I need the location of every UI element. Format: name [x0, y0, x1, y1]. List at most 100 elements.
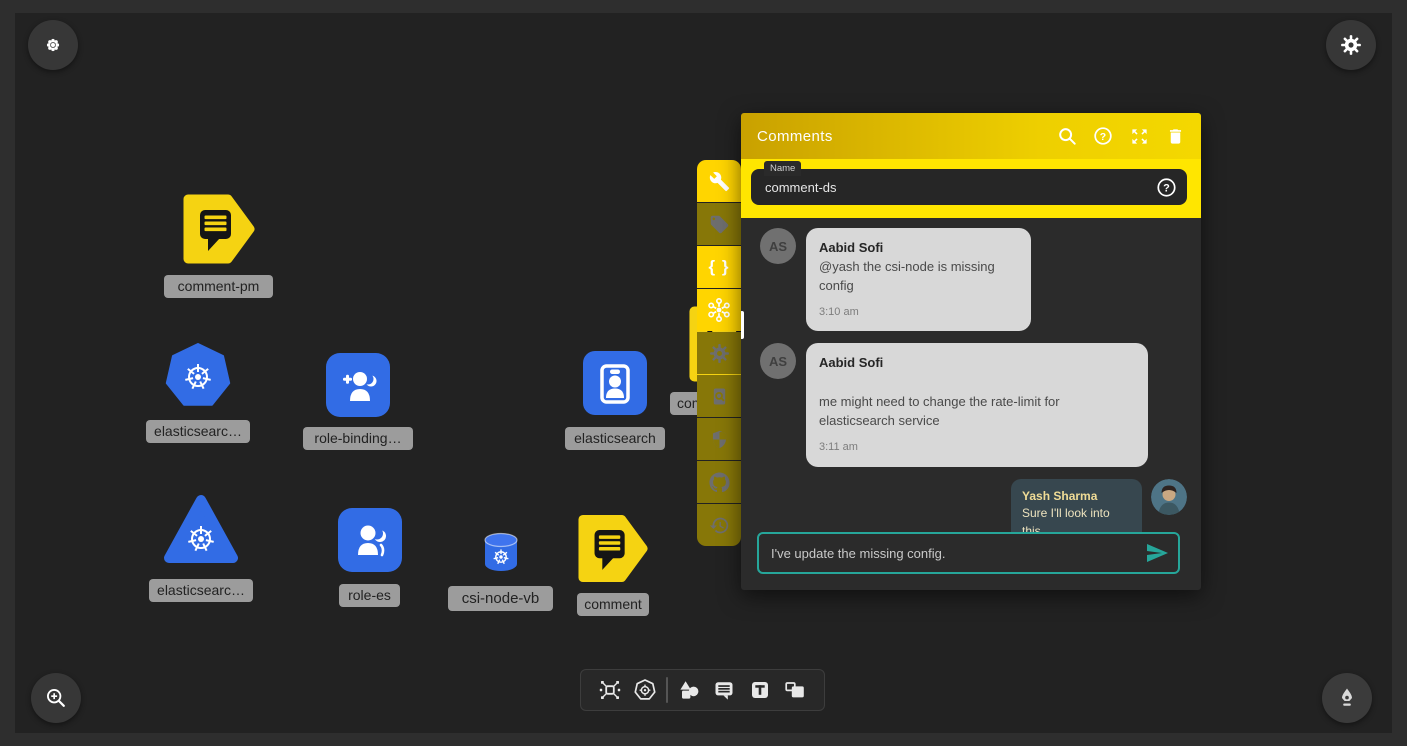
mesh-button[interactable]	[697, 289, 741, 331]
message-text: Sure I'll look into this	[1022, 505, 1131, 532]
node-action-toolbar: { }	[697, 160, 741, 547]
node-elasticsearch-triangle[interactable]: elasticsearc…	[163, 494, 239, 571]
text-icon	[748, 678, 772, 702]
comments-message-list[interactable]: AS Aabid Sofi @yash the csi-node is miss…	[741, 218, 1201, 532]
message-bubble: Aabid Sofi me might need to change the r…	[806, 343, 1148, 466]
role-icon	[338, 508, 402, 572]
message-time: 3:10 am	[819, 305, 1018, 321]
scrollbar-thumb[interactable]	[741, 311, 744, 339]
name-field-section: Name ?	[741, 159, 1201, 218]
role-binding-icon	[326, 353, 390, 417]
node-label: csi-node-vb	[448, 586, 553, 611]
settings-button[interactable]	[1326, 20, 1376, 70]
comment-icon	[712, 678, 736, 702]
history-button[interactable]	[697, 504, 741, 546]
name-field-label: Name	[764, 161, 801, 176]
user-photo-avatar	[1151, 479, 1187, 515]
image-tool[interactable]	[780, 675, 810, 705]
flower-logo-icon	[43, 35, 63, 55]
expand-button[interactable]	[1129, 126, 1149, 146]
app-root: comment-pm elasticsearc…	[0, 0, 1407, 746]
github-button[interactable]	[697, 461, 741, 503]
security-shield-button[interactable]	[697, 418, 741, 460]
text-tool[interactable]	[745, 675, 775, 705]
kubernetes-heptagon-icon	[165, 343, 231, 409]
message-bubble: Yash Sharma Sure I'll look into this 3:2…	[1011, 479, 1142, 532]
tag-button[interactable]	[697, 203, 741, 245]
configure-wrench-button[interactable]	[697, 160, 741, 202]
delete-button[interactable]	[1165, 126, 1185, 146]
expand-icon	[1130, 127, 1149, 146]
storage-cylinder-icon	[482, 531, 520, 573]
send-icon	[1145, 541, 1169, 565]
message-text: @yash the csi-node is missing config	[819, 258, 1018, 296]
node-label: elasticsearc…	[146, 420, 250, 443]
gear-icon	[1340, 34, 1362, 56]
shapes-tool[interactable]	[674, 675, 704, 705]
history-icon	[709, 515, 730, 536]
help-button[interactable]: ?	[1093, 126, 1113, 146]
file-search-icon	[709, 386, 730, 407]
mesh-snowflake-icon	[707, 298, 731, 322]
chat-message: AS Aabid Sofi @yash the csi-node is miss…	[760, 228, 1187, 331]
svg-text:?: ?	[1163, 183, 1170, 195]
comments-panel-header[interactable]: Comments ?	[741, 113, 1201, 159]
comment-tool[interactable]	[709, 675, 739, 705]
message-time: 3:11 am	[819, 440, 1135, 456]
zoom-in-button[interactable]	[31, 673, 81, 723]
message-bubble: Aabid Sofi @yash the csi-node is missing…	[806, 228, 1031, 331]
search-icon	[1057, 126, 1077, 146]
shapes-icon	[677, 678, 701, 702]
send-button[interactable]	[1145, 541, 1169, 568]
node-label: elasticsearc…	[149, 579, 253, 602]
designer-graph-tool[interactable]	[595, 675, 625, 705]
message-author: Aabid Sofi	[819, 354, 1135, 373]
chat-input-row	[741, 532, 1201, 590]
node-settings-button[interactable]	[697, 332, 741, 374]
pen-nib-icon	[1335, 686, 1359, 710]
node-role-es[interactable]: role-es	[338, 508, 402, 577]
avatar: AS	[760, 228, 796, 264]
node-elasticsearch-service-account[interactable]: elasticsearch	[583, 351, 647, 420]
svg-text:?: ?	[1100, 132, 1106, 143]
message-author: Yash Sharma	[1022, 488, 1131, 505]
comment-shape-icon	[578, 514, 648, 583]
node-label: role-es	[339, 584, 400, 607]
node-comment-pm[interactable]: comment-pm	[183, 194, 255, 269]
node-elasticsearch-heptagon[interactable]: elasticsearc…	[165, 343, 231, 414]
shield-icon	[709, 429, 730, 450]
trash-icon	[1166, 127, 1185, 146]
canvas-tools-toolbar	[580, 669, 825, 711]
panel-title: Comments	[757, 128, 1041, 145]
search-button[interactable]	[1057, 126, 1077, 146]
tag-icon	[709, 214, 730, 235]
help-icon: ?	[1093, 126, 1113, 146]
pen-tool-button[interactable]	[1322, 673, 1372, 723]
braces-config-button[interactable]: { }	[697, 246, 741, 288]
toolbar-divider	[666, 677, 668, 703]
app-menu-button[interactable]	[28, 20, 78, 70]
node-label: role-binding…	[303, 427, 413, 450]
designer-graph-icon	[598, 678, 622, 702]
braces-icon: { }	[709, 257, 730, 277]
name-help-icon[interactable]: ?	[1156, 177, 1177, 203]
image-icon	[783, 678, 807, 702]
node-role-binding[interactable]: role-binding…	[326, 353, 390, 422]
comments-panel: Comments ?	[741, 113, 1201, 590]
wrench-icon	[709, 171, 730, 192]
node-csi-node-vb[interactable]: csi-node-vb	[482, 531, 520, 578]
name-input[interactable]	[751, 169, 1187, 205]
kubernetes-icon	[633, 678, 657, 702]
chat-message: AS Aabid Sofi me might need to change th…	[760, 343, 1187, 466]
service-account-badge-icon	[583, 351, 647, 415]
kubernetes-tool[interactable]	[630, 675, 660, 705]
message-author: Aabid Sofi	[819, 239, 1018, 258]
avatar: AS	[760, 343, 796, 379]
node-comment[interactable]: comment	[578, 514, 648, 588]
kubernetes-triangle-icon	[163, 494, 239, 566]
chat-message-input[interactable]	[757, 532, 1180, 574]
zoom-in-icon	[45, 687, 67, 709]
node-label: comment	[577, 593, 649, 616]
node-label: comment-pm	[164, 275, 273, 298]
inspect-config-button[interactable]	[697, 375, 741, 417]
